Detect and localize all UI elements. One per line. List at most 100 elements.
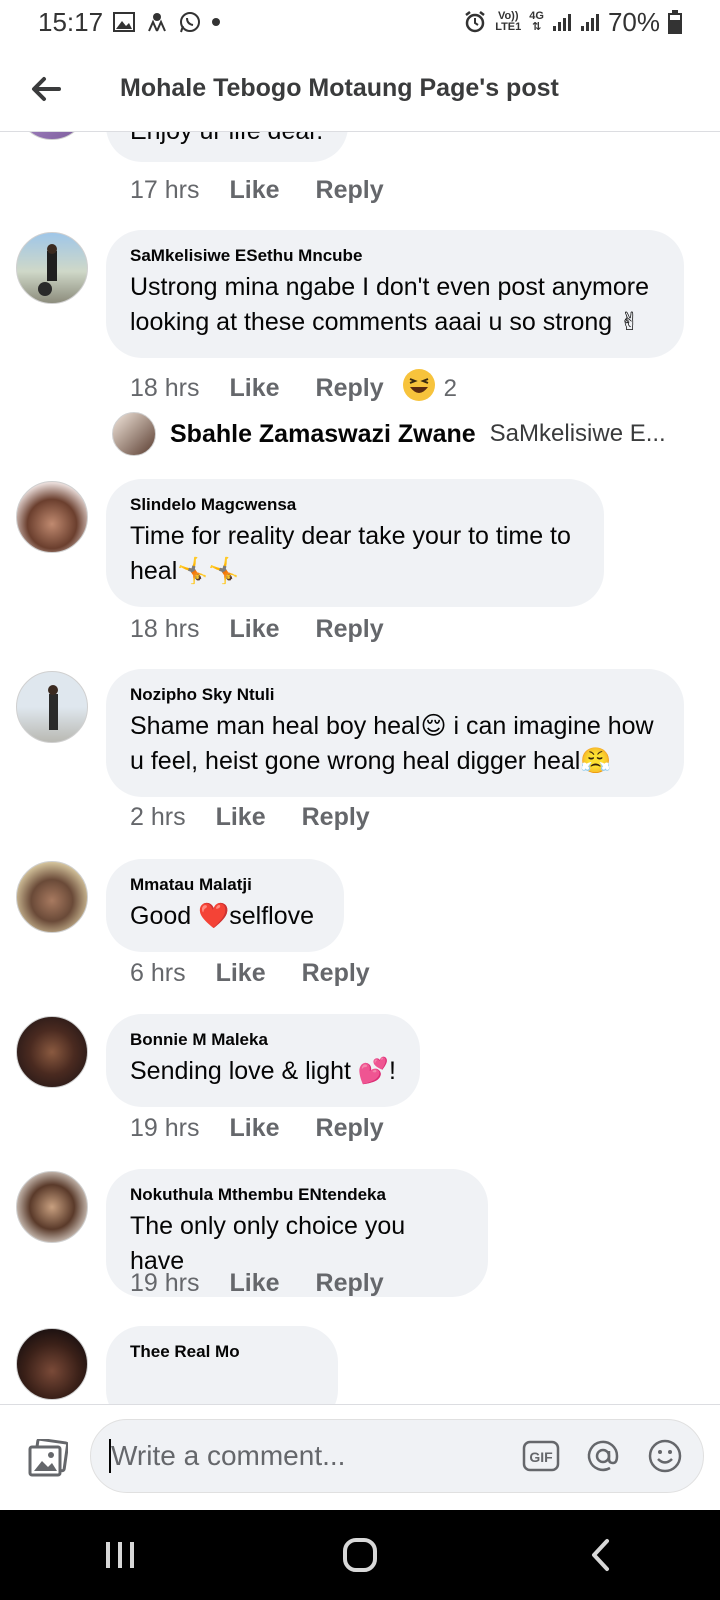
comment-bubble: Enjoy ur life dear. [106,132,348,162]
comment-author[interactable]: Thee Real Mo [130,1342,314,1362]
comment-author[interactable]: Slindelo Magcwensa [130,495,580,515]
mention-button[interactable] [583,1436,623,1476]
comment-time: 18 hrs [130,374,200,402]
haha-reaction-icon [402,368,436,409]
whatsapp-icon [179,11,201,33]
volte-label: Vo)) LTE1 [495,11,521,33]
signal-icon-2 [580,12,600,32]
comment-text: Sending love & light 💕! [130,1057,397,1085]
comment-time: 17 hrs [130,176,200,204]
recent-apps-button[interactable] [75,1520,165,1590]
comment-meta: 2 hrs Like Reply [130,803,370,832]
avatar[interactable] [16,132,88,140]
comment-time: 6 hrs [130,959,186,987]
like-button[interactable]: Like [229,1114,279,1143]
avatar[interactable] [16,1328,88,1400]
reply-preview-row[interactable]: Sbahle Zamaswazi Zwane SaMkelisiwe E... [112,412,712,456]
reply-avatar [112,412,156,456]
status-time: 15:17 [38,6,104,37]
comment-text: Good ❤️selflove [130,902,314,930]
comment-author[interactable]: Nokuthula Mthembu ENtendeka [130,1185,464,1205]
recents-icon [106,1542,134,1568]
like-button[interactable]: Like [229,1269,279,1298]
avatar[interactable] [16,671,88,743]
comment-text: Shame man heal boy heal😌 i can imagine h… [130,712,654,775]
chevron-left-icon [592,1539,609,1571]
gif-icon: GIF [522,1440,560,1472]
comment-text: Ustrong mina ngabe I don't even post any… [130,273,649,336]
reply-button[interactable]: Reply [316,615,384,644]
like-button[interactable]: Like [229,176,279,205]
comment-text: Time for reality dear take your to time … [130,522,571,585]
at-icon [587,1440,619,1472]
system-nav-bar [0,1510,720,1600]
post-header: Mohale Tebogo Motaung Page's post [0,46,720,132]
photo-icon [28,1438,68,1476]
comment-author[interactable]: SaMkelisiwe ESethu Mncube [130,246,660,266]
reactions[interactable]: 2 [402,368,457,409]
avatar[interactable] [16,1016,88,1088]
comment-bubble: Bonnie M Maleka Sending love & light 💕! [106,1014,420,1107]
comment-bubble: Slindelo Magcwensa Time for reality dear… [106,479,604,607]
comment-bubble: Thee Real Mo [106,1326,338,1404]
gif-label: GIF [529,1449,553,1465]
page-title: Mohale Tebogo Motaung Page's post [120,74,559,102]
reply-author: Sbahle Zamaswazi Zwane [170,419,476,448]
composer-actions: GIF [521,1436,685,1476]
avatar[interactable] [16,1171,88,1243]
home-icon [343,1538,377,1572]
comment-input-box[interactable]: GIF [90,1419,704,1493]
dot-icon [211,17,221,27]
like-button[interactable]: Like [216,959,266,988]
comments-feed[interactable]: Enjoy ur life dear. 17 hrs Like Reply Sa… [0,132,720,1404]
people-notification-icon [145,12,169,32]
back-button[interactable] [24,67,68,111]
nav-back-button[interactable] [555,1520,645,1590]
volte-bottom: LTE1 [495,21,522,33]
reaction-count: 2 [443,374,457,402]
comment-time: 2 hrs [130,803,186,831]
comment-bubble: Mmatau Malatji Good ❤️selflove [106,859,344,952]
reply-button[interactable]: Reply [316,374,384,403]
comment-author[interactable]: Bonnie M Maleka [130,1030,396,1050]
data-arrows-icon: ⇅ [532,21,542,33]
reply-button[interactable]: Reply [316,1114,384,1143]
battery-percent: 70% [607,6,660,37]
comment-author[interactable]: Mmatau Malatji [130,875,320,895]
reply-button[interactable]: Reply [302,803,370,832]
comment-bubble: Nozipho Sky Ntuli Shame man heal boy hea… [106,669,684,797]
comment-bubble: SaMkelisiwe ESethu Mncube Ustrong mina n… [106,230,684,358]
reply-preview-text: SaMkelisiwe E... [489,420,666,447]
battery-icon [668,10,682,34]
comment-meta: 18 hrs Like Reply 2 [130,368,457,409]
gif-button[interactable]: GIF [521,1436,561,1476]
gallery-notification-icon [113,12,136,32]
comment-meta: 19 hrs Like Reply [130,1269,384,1298]
comment-time: 18 hrs [130,615,200,643]
like-button[interactable]: Like [229,615,279,644]
network-type-label: 4G ⇅ [529,11,544,33]
back-arrow-icon [32,76,61,101]
comment-composer: GIF [0,1404,720,1510]
reply-button[interactable]: Reply [302,959,370,988]
signal-icon-1 [552,12,572,32]
add-photo-button[interactable] [20,1430,76,1486]
avatar[interactable] [16,481,88,553]
comment-time: 19 hrs [130,1269,200,1297]
reply-button[interactable]: Reply [316,176,384,205]
comment-author[interactable]: Nozipho Sky Ntuli [130,685,660,705]
comment-input[interactable] [111,1440,501,1472]
comment-meta: 6 hrs Like Reply [130,959,370,988]
like-button[interactable]: Like [216,803,266,832]
comment-meta: 19 hrs Like Reply [130,1114,384,1143]
reply-button[interactable]: Reply [316,1269,384,1298]
comment-meta: 17 hrs Like Reply [130,176,384,205]
home-button[interactable] [315,1520,405,1590]
like-button[interactable]: Like [229,374,279,403]
avatar[interactable] [16,232,88,304]
avatar[interactable] [16,861,88,933]
emoji-button[interactable] [645,1436,685,1476]
status-bar: 15:17 Vo)) LTE1 4G ⇅ 70% [0,0,720,44]
comment-text: Enjoy ur life dear. [130,132,324,149]
smiley-icon [648,1439,682,1473]
